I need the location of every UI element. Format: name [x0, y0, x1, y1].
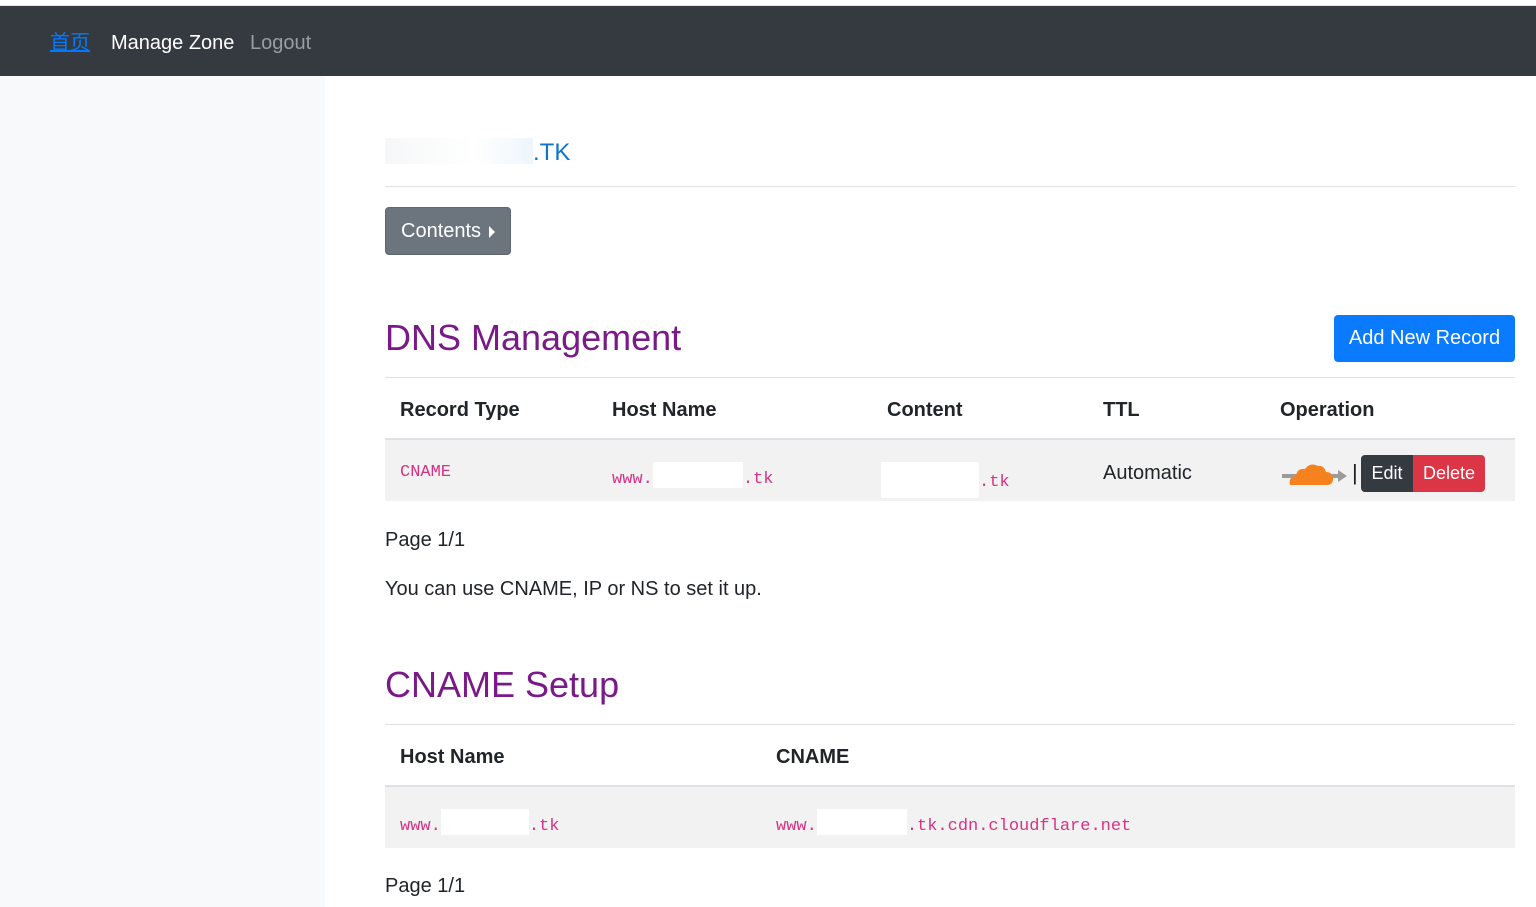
separator: | — [1352, 460, 1358, 485]
cname-setup-heading: CNAME Setup — [385, 664, 620, 705]
dns-management-heading: DNS Management — [385, 317, 682, 358]
nav-home-link[interactable]: 首页 — [50, 30, 90, 56]
content-suffix: .tk — [979, 473, 1010, 492]
column-header-host-name: Host Name — [400, 746, 505, 768]
column-header-content: Content — [887, 399, 963, 421]
column-header-host-name: Host Name — [612, 399, 717, 421]
caret-right-icon — [489, 226, 496, 238]
host-suffix: .tk — [742, 470, 774, 489]
main-content: .TK Contents DNS Management Add New Reco… — [325, 76, 1536, 907]
navbar: 首页 Manage Zone Logout — [0, 6, 1536, 76]
column-header-operation: Operation — [1280, 399, 1375, 421]
contents-button-label: Contents — [401, 220, 482, 242]
add-new-record-button[interactable]: Add New Record — [1334, 315, 1515, 362]
zone-title: .TK — [385, 138, 570, 168]
column-header-record-type: Record Type — [400, 399, 520, 421]
content-value: .tk — [881, 462, 1010, 498]
cname-prefix: www. — [776, 817, 817, 836]
cname-suffix: .tk.cdn.cloudflare.net — [906, 817, 1132, 836]
delete-button[interactable]: Delete — [1413, 455, 1485, 492]
zone-name-redacted — [385, 138, 533, 164]
redacted-text — [816, 809, 907, 835]
sidebar — [0, 76, 325, 907]
dns-table-top-border — [385, 377, 1515, 378]
redacted-text — [881, 462, 979, 498]
column-header-ttl: TTL — [1103, 399, 1140, 421]
column-header-cname: CNAME — [776, 746, 850, 768]
nav-logout-link[interactable]: Logout — [250, 30, 311, 56]
host-suffix: .tk — [528, 817, 560, 836]
host-prefix: www. — [400, 817, 441, 836]
record-type-value: CNAME — [400, 463, 452, 482]
nav-manage-zone-link[interactable]: Manage Zone — [111, 30, 234, 56]
divider — [385, 186, 1515, 187]
contents-button[interactable]: Contents — [385, 207, 511, 255]
ttl-value: Automatic — [1103, 462, 1192, 484]
dns-setup-note: You can use CNAME, IP or NS to set it up… — [385, 578, 762, 600]
host-name-value: www. .tk — [612, 462, 773, 491]
redacted-text — [652, 462, 743, 488]
cname-target-value: www. .tk.cdn.cloudflare.net — [776, 809, 1131, 838]
cname-host-name-value: www. .tk — [400, 809, 559, 838]
cname-pagination: Page 1/1 — [385, 875, 466, 897]
zone-suffix: .TK — [533, 139, 571, 166]
redacted-text — [440, 809, 529, 835]
dns-pagination: Page 1/1 — [385, 529, 466, 551]
cname-table-top-border — [385, 724, 1515, 725]
host-prefix: www. — [612, 470, 653, 489]
cloudflare-proxy-cloud-icon[interactable] — [1280, 459, 1350, 489]
edit-button[interactable]: Edit — [1361, 455, 1413, 492]
